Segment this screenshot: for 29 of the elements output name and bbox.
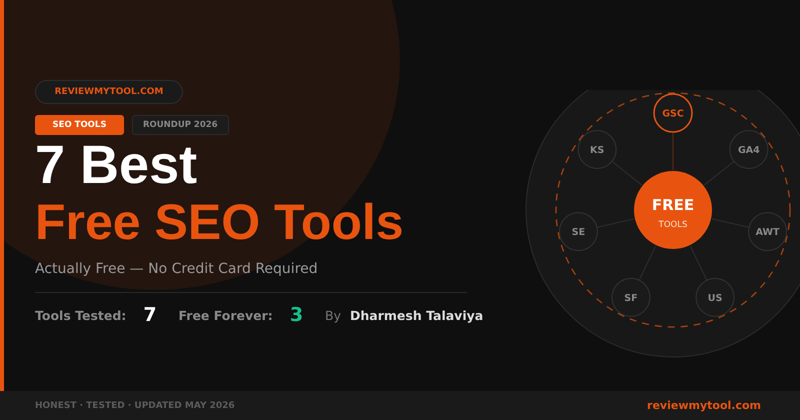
connector-line bbox=[704, 160, 734, 186]
byline-prefix: By bbox=[325, 308, 342, 322]
tool-node: SF bbox=[611, 278, 650, 317]
stat-value: 3 bbox=[290, 304, 304, 326]
tool-node: GSC bbox=[653, 93, 693, 133]
tool-node: SE bbox=[558, 212, 598, 252]
title: 7 Best bbox=[35, 137, 198, 193]
tool-node: AWT bbox=[748, 212, 788, 252]
center-badge: FREE TOOLS bbox=[634, 171, 712, 249]
tool-node: US bbox=[696, 278, 735, 317]
site-pill: REVIEWMYTOOL.COM bbox=[35, 80, 183, 104]
tag: ROUNDUP 2026 bbox=[132, 115, 229, 135]
tag: SEO TOOLS bbox=[35, 115, 124, 135]
stat-label: Tools Tested: bbox=[35, 308, 126, 322]
stat-value: 7 bbox=[143, 304, 157, 326]
connector-line bbox=[690, 246, 708, 281]
connector-line bbox=[672, 132, 674, 170]
connector-line bbox=[596, 218, 634, 228]
connector-line bbox=[612, 160, 642, 186]
subtitle: Actually Free — No Credit Card Required bbox=[35, 261, 319, 277]
author-name: Dharmesh Talaviya bbox=[350, 308, 484, 322]
stat-label: Free Forever: bbox=[178, 308, 273, 322]
connector-line bbox=[712, 218, 750, 228]
connector-line bbox=[638, 246, 656, 281]
footer-tagline: HONEST · TESTED · UPDATED MAY 2026 bbox=[35, 400, 235, 410]
footer-site: reviewmytool.com bbox=[647, 399, 762, 412]
title-highlight: Free SEO Tools bbox=[35, 193, 405, 251]
tool-node: GA4 bbox=[729, 130, 768, 170]
tool-node: KS bbox=[578, 130, 617, 170]
